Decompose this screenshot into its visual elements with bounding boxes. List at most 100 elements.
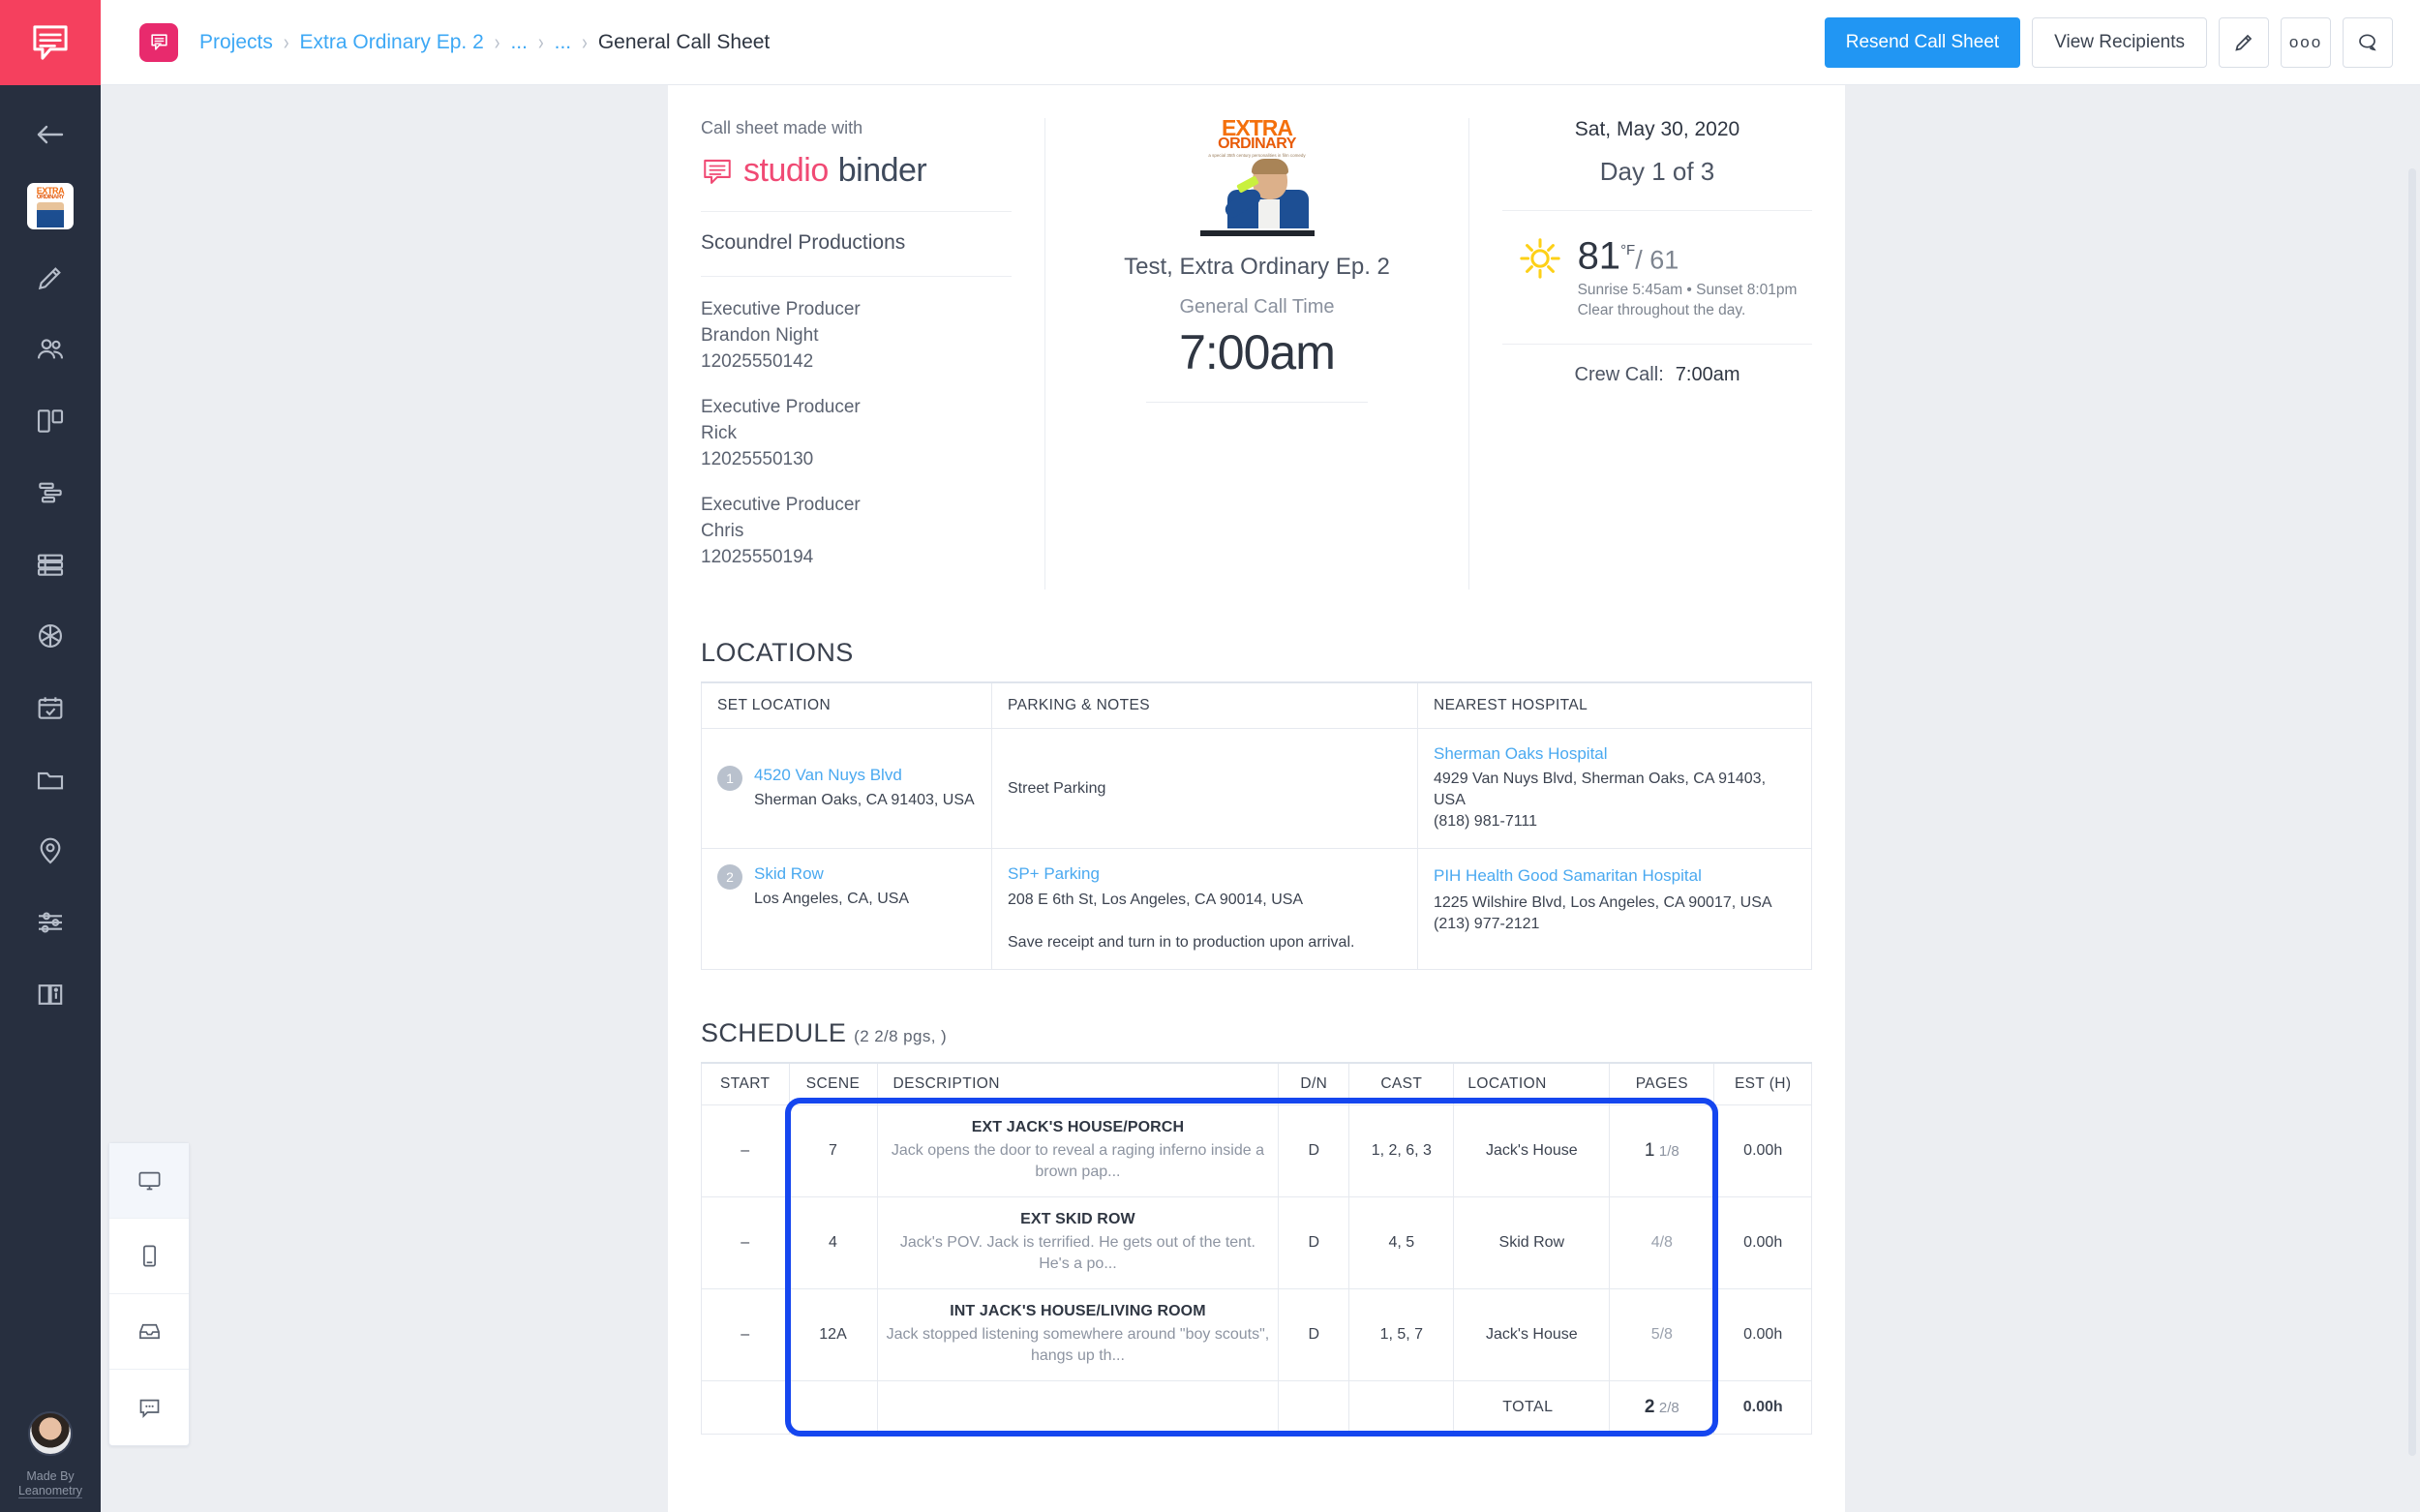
more-options-button[interactable]: ooo [2281, 16, 2331, 68]
view-recipients-button[interactable]: View Recipients [2032, 16, 2207, 68]
vertical-scrollbar[interactable] [2408, 168, 2416, 1456]
sidebar-item-schedule[interactable] [0, 457, 101, 529]
divider [701, 211, 1012, 212]
location-set-cell: 2 Skid Row Los Angeles, CA, USA [701, 848, 992, 970]
edit-button[interactable] [2219, 16, 2269, 68]
sidebar-item-locations[interactable] [0, 815, 101, 887]
total-label: TOTAL [1453, 1380, 1611, 1435]
column-header-location: LOCATION [1453, 1062, 1611, 1105]
total-spacer [876, 1380, 1280, 1435]
sidebar-project-thumbnail[interactable]: EXTRA ORDINARY [0, 170, 101, 242]
schedule-total-row: TOTAL 2 2/8 0.00h [701, 1380, 1812, 1435]
breadcrumb-item-ellipsis-2[interactable]: ... [555, 31, 572, 54]
hospital-name-link[interactable]: PIH Health Good Samaritan Hospital [1434, 864, 1796, 888]
column-header-parking-notes: PARKING & NOTES [991, 681, 1418, 729]
scene-location: Jack's House [1453, 1288, 1611, 1381]
studiobinder-wordmark: studio binder [701, 152, 1012, 190]
scene-start: – [701, 1288, 790, 1381]
column-header-dn: D/N [1278, 1062, 1350, 1105]
location-name-link[interactable]: 4520 Van Nuys Blvd [754, 766, 976, 785]
scene-cast: 1, 2, 6, 3 [1348, 1104, 1455, 1197]
temperature-row: 81°F/ 61 [1578, 230, 1798, 280]
chat-icon [139, 1399, 159, 1418]
location-parking-cell: Street Parking [991, 728, 1418, 849]
scene-heading: EXT JACK'S HOUSE/PORCH [971, 1119, 1185, 1135]
breadcrumb-separator: › [494, 29, 500, 54]
total-est-hours: 0.00h [1713, 1380, 1812, 1435]
breadcrumb-item-ellipsis-1[interactable]: ... [510, 31, 528, 54]
breadcrumb-separator: › [582, 29, 588, 54]
scene-day-night: D [1278, 1196, 1350, 1289]
column-header-cast: CAST [1348, 1062, 1455, 1105]
sidebar-item-storyboard[interactable] [0, 600, 101, 672]
sidebar-item-files[interactable] [0, 743, 101, 815]
total-pages-whole: 2 [1644, 1397, 1655, 1417]
left-navigation-rail: EXTRA ORDINARY Made By Leanometry [0, 0, 101, 1512]
scene-start: – [701, 1196, 790, 1289]
parking-notes: Street Parking [1008, 779, 1106, 797]
breadcrumb-item-current: General Call Sheet [597, 30, 771, 53]
location-hospital-cell: PIH Health Good Samaritan Hospital 1225 … [1417, 848, 1812, 970]
resend-call-sheet-button[interactable]: Resend Call Sheet [1824, 16, 2021, 68]
preview-email-button[interactable] [109, 1294, 189, 1370]
table-row: – 12A INT JACK'S HOUSE/LIVING ROOM Jack … [701, 1288, 1812, 1381]
location-number-badge: 1 [717, 766, 742, 791]
divider [1502, 210, 1812, 211]
locations-title: LOCATIONS [701, 638, 854, 667]
pages-fraction: 4/8 [1650, 1234, 1673, 1251]
breadcrumb-project-badge[interactable] [139, 22, 178, 62]
crew-name: Rick [701, 423, 737, 443]
sidebar-item-guide[interactable] [0, 958, 101, 1030]
scene-day-night: D [1278, 1288, 1350, 1381]
parking-name-link[interactable]: SP+ Parking [1008, 864, 1402, 884]
breadcrumb-item-project[interactable]: Extra Ordinary Ep. 2 [300, 31, 484, 54]
back-button[interactable] [0, 99, 101, 170]
column-header-pages: PAGES [1609, 1062, 1715, 1105]
scene-number: 7 [788, 1104, 878, 1197]
call-sheet-page: Call sheet made with studio binder Scound… [668, 85, 1845, 1512]
crew-call-row: Crew Call: 7:00am [1502, 364, 1812, 386]
sliders-icon [39, 912, 62, 933]
column-header-set-location: SET LOCATION [701, 681, 992, 729]
top-bar-actions: Resend Call Sheet View Recipients ooo [1824, 16, 2393, 68]
app-logo[interactable] [0, 0, 101, 85]
scene-est-hours: 0.00h [1713, 1196, 1812, 1289]
location-name-link[interactable]: Skid Row [754, 864, 976, 884]
rail-footer: Made By Leanometry [0, 1411, 101, 1498]
sun-icon [1519, 238, 1560, 279]
table-row: – 4 EXT SKID ROW Jack's POV. Jack is ter… [701, 1196, 1812, 1289]
scene-number: 12A [788, 1288, 878, 1381]
sidebar-item-calendar[interactable] [0, 672, 101, 743]
sidebar-item-boards[interactable] [0, 385, 101, 457]
scene-pages: 1 1/8 [1609, 1104, 1715, 1197]
rows-icon [37, 554, 64, 576]
location-address: Los Angeles, CA, USA [754, 891, 910, 907]
scene-cast: 1, 5, 7 [1348, 1288, 1455, 1381]
preview-mobile-button[interactable] [109, 1219, 189, 1294]
total-pages: 2 2/8 [1609, 1380, 1715, 1435]
schedule-table-wrapper: START SCENE DESCRIPTION D/N CAST LOCATIO… [701, 1062, 1812, 1436]
pencil-icon [2235, 34, 2253, 51]
sidebar-item-shotlist[interactable] [0, 529, 101, 600]
sidebar-item-settings[interactable] [0, 887, 101, 958]
scene-synopsis: Jack's POV. Jack is terrified. He gets o… [899, 1234, 1255, 1272]
column-header-description: DESCRIPTION [876, 1062, 1280, 1105]
preview-desktop-button[interactable] [109, 1143, 189, 1219]
schedule-section: SCHEDULE (2 2/8 pgs, ) START SCENE DESCR… [668, 1018, 1845, 1436]
sidebar-item-write[interactable] [0, 242, 101, 314]
parking-address: 208 E 6th St, Los Angeles, CA 90014, USA [1008, 892, 1304, 908]
day-of-shoot: Day 1 of 3 [1599, 157, 1715, 186]
made-by-name[interactable]: Leanometry [17, 1484, 82, 1498]
user-avatar[interactable] [28, 1411, 73, 1456]
temp-unit: °F [1620, 242, 1636, 258]
comments-button[interactable] [2343, 16, 2393, 68]
hospital-name-link[interactable]: Sherman Oaks Hospital [1434, 744, 1796, 764]
column-header-est-hours: EST (H) [1713, 1062, 1812, 1105]
breadcrumb-item-projects[interactable]: Projects [199, 31, 273, 54]
preview-sms-button[interactable] [109, 1370, 189, 1445]
studiobinder-speech-bubble-icon [704, 159, 731, 184]
pencil-icon [38, 267, 61, 290]
sidebar-item-contacts[interactable] [0, 314, 101, 385]
pages-whole: 1 [1644, 1140, 1655, 1161]
brand-word-studio: studio [743, 152, 829, 189]
